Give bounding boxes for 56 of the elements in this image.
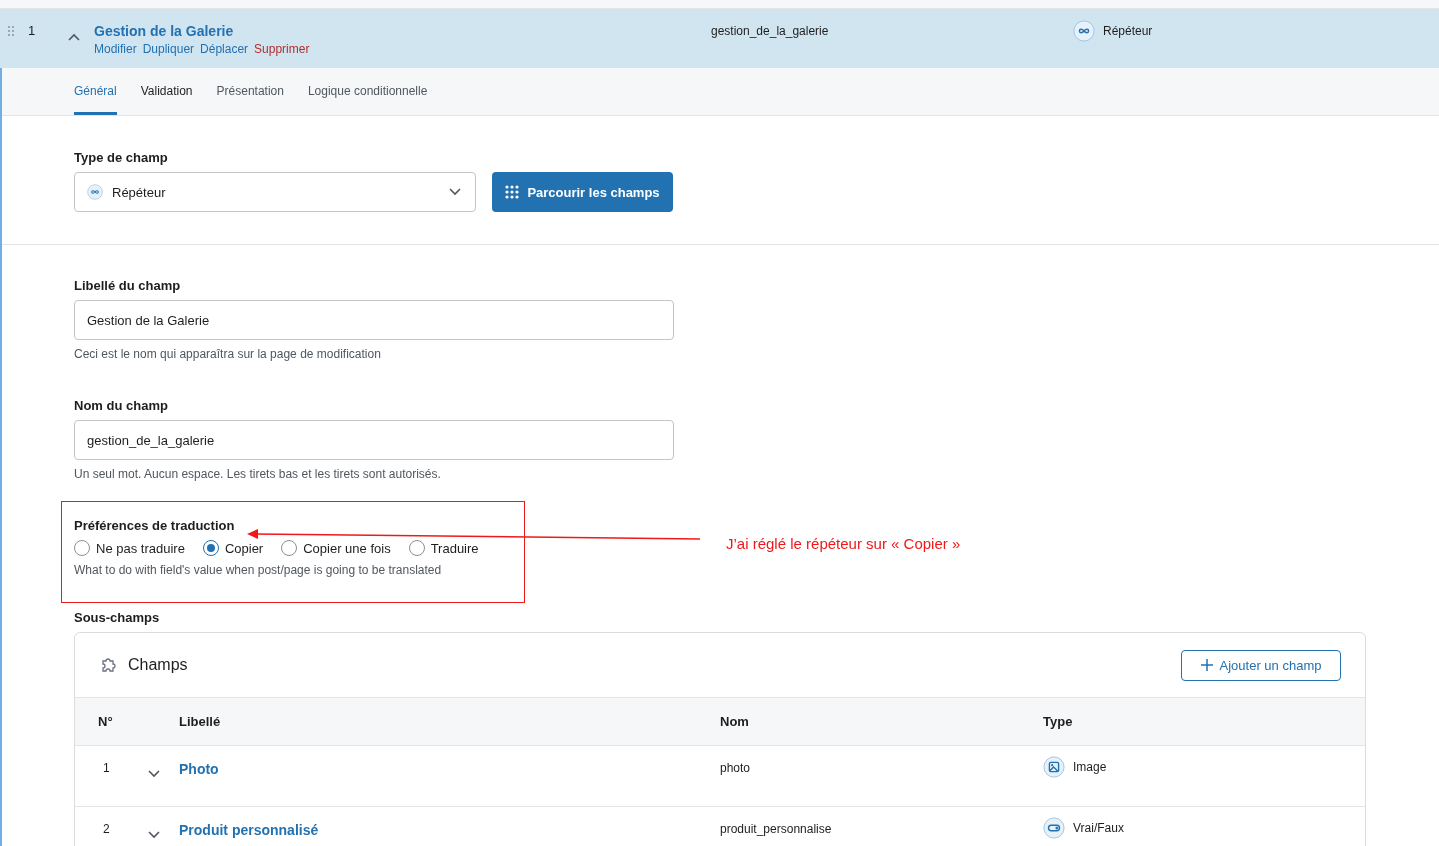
field-type-select[interactable]: Répéteur — [74, 172, 476, 212]
plus-icon — [1200, 659, 1213, 671]
add-field-button[interactable]: Ajouter un champ — [1181, 649, 1341, 681]
column-header: N° — [98, 714, 114, 729]
tab[interactable]: Logique conditionnelle — [307, 68, 428, 115]
chevron-icon[interactable] — [449, 188, 461, 196]
input-field[interactable]: Gestion de la Galerie — [74, 300, 674, 340]
row-number: 1 — [103, 760, 111, 776]
subfield-label[interactable]: Photo — [179, 761, 219, 777]
field-label: Sous-champs — [74, 610, 161, 625]
drag-handle-icon[interactable] — [7, 25, 15, 37]
input-field[interactable]: gestion_de_la_galerie — [74, 420, 674, 460]
action-link[interactable]: Modifier — [94, 42, 137, 56]
field-type: Répéteur — [1103, 24, 1153, 38]
puzzle-icon — [99, 655, 119, 675]
tab[interactable]: Général — [74, 68, 117, 115]
toggle-icon — [1043, 817, 1065, 839]
radio-option[interactable]: Copier — [202, 540, 264, 556]
field-name: gestion_de_la_galerie — [711, 23, 830, 40]
infinity-icon — [87, 184, 103, 200]
field-label: Nom du champ — [74, 398, 169, 413]
field-label: Type de champ — [74, 150, 169, 165]
column-header: Libellé — [179, 714, 222, 729]
subfield-name: photo — [720, 760, 752, 776]
subfield-type: Vrai/Faux — [1073, 820, 1124, 836]
radio-option[interactable]: Traduire — [408, 540, 479, 556]
subfield-name: produit_personnalise — [720, 821, 833, 837]
field-label: Libellé du champ — [74, 278, 182, 293]
browse-fields-button[interactable]: Parcourir les champs — [492, 172, 673, 212]
row-number: 2 — [103, 821, 111, 837]
chevron-icon[interactable] — [148, 831, 160, 839]
action-link[interactable]: Dupliquer — [142, 42, 195, 56]
column-header: Type — [1043, 714, 1074, 729]
card-title: Champs — [128, 656, 189, 674]
field-number: 1 — [28, 22, 37, 40]
field-hint: Un seul mot. Aucun espace. Les tirets bas et les tirets sont autorisés. — [74, 467, 442, 481]
field-header[interactable]: 1 Gestion de la Galerie Modifier Dupliquer Déplacer Supprimer gestion_de_la_galerie Répéteur — [0, 9, 1439, 68]
action-link[interactable]: Déplacer — [200, 42, 249, 56]
grid-icon — [505, 185, 520, 199]
subfield-type: Image — [1073, 759, 1107, 775]
subfield-label[interactable]: Produit personnalisé — [179, 822, 319, 838]
radio-option[interactable]: Ne pas traduire — [74, 540, 185, 556]
chevron-icon[interactable] — [68, 33, 80, 41]
field-label: Préférences de traduction — [74, 518, 236, 533]
tab[interactable]: Validation — [140, 68, 193, 115]
field-title[interactable]: Gestion de la Galerie — [94, 22, 711, 40]
radio-option[interactable]: Copier une fois — [281, 540, 391, 556]
field-hint: Ceci est le nom qui apparaîtra sur la page de modification — [74, 347, 382, 361]
delete-link[interactable]: Supprimer — [254, 42, 310, 56]
column-header: Nom — [720, 714, 750, 729]
tab[interactable]: Présentation — [216, 68, 284, 115]
infinity-icon — [1073, 20, 1095, 42]
chevron-icon[interactable] — [148, 770, 160, 778]
annotation-note: J’ai réglé le répéteur sur « Copier » — [726, 535, 961, 552]
field-hint: What to do with field's value when post/page is going to be translated — [74, 563, 443, 577]
image-icon — [1043, 756, 1065, 778]
